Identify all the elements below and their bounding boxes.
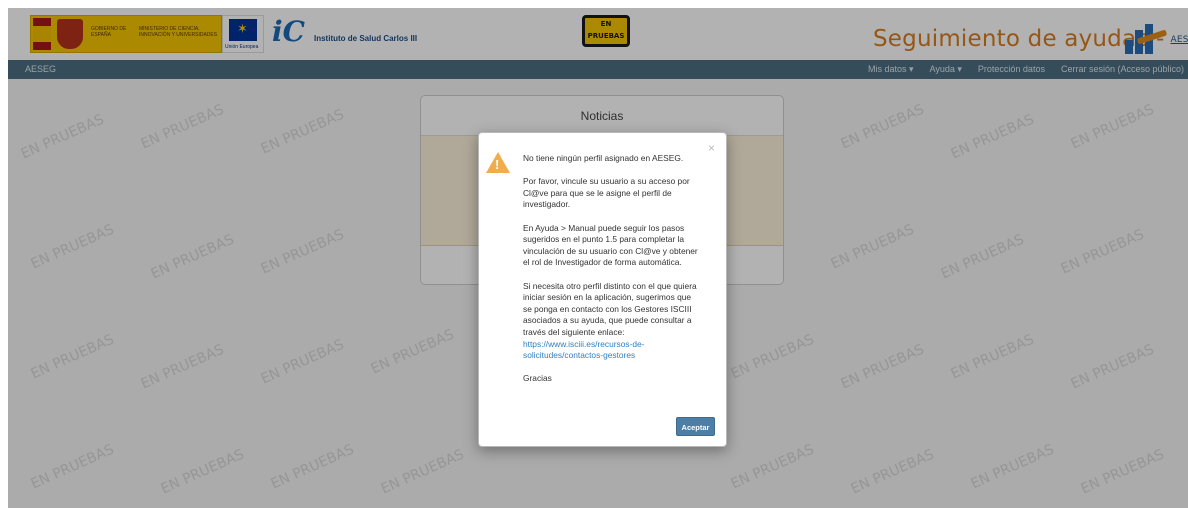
dialog-message-para3: En Ayuda > Manual puede seguir los pasos… (523, 222, 698, 268)
dialog-message-para4-text: Si necesita otro perfil distinto con el … (523, 280, 697, 337)
dialog-message-para2: Por favor, vincule su usuario a su acces… (523, 176, 690, 210)
dialog-message-line1: No tiene ningún perfil asignado en AESEG… (523, 153, 684, 163)
dialog-message-para4: Si necesita otro perfil distinto con el … (523, 281, 698, 362)
contactos-gestores-link[interactable]: https://www.isciii.es/recursos-de-solici… (523, 339, 644, 361)
warning-icon (486, 152, 510, 174)
aceptar-button[interactable]: Aceptar (676, 417, 715, 436)
close-icon[interactable]: × (708, 141, 715, 155)
dialog-thanks: Gracias (523, 373, 552, 384)
no-profile-dialog: × No tiene ningún perfil asignado en AES… (478, 132, 727, 447)
dialog-body: No tiene ningún perfil asignado en AESEG… (523, 153, 698, 396)
